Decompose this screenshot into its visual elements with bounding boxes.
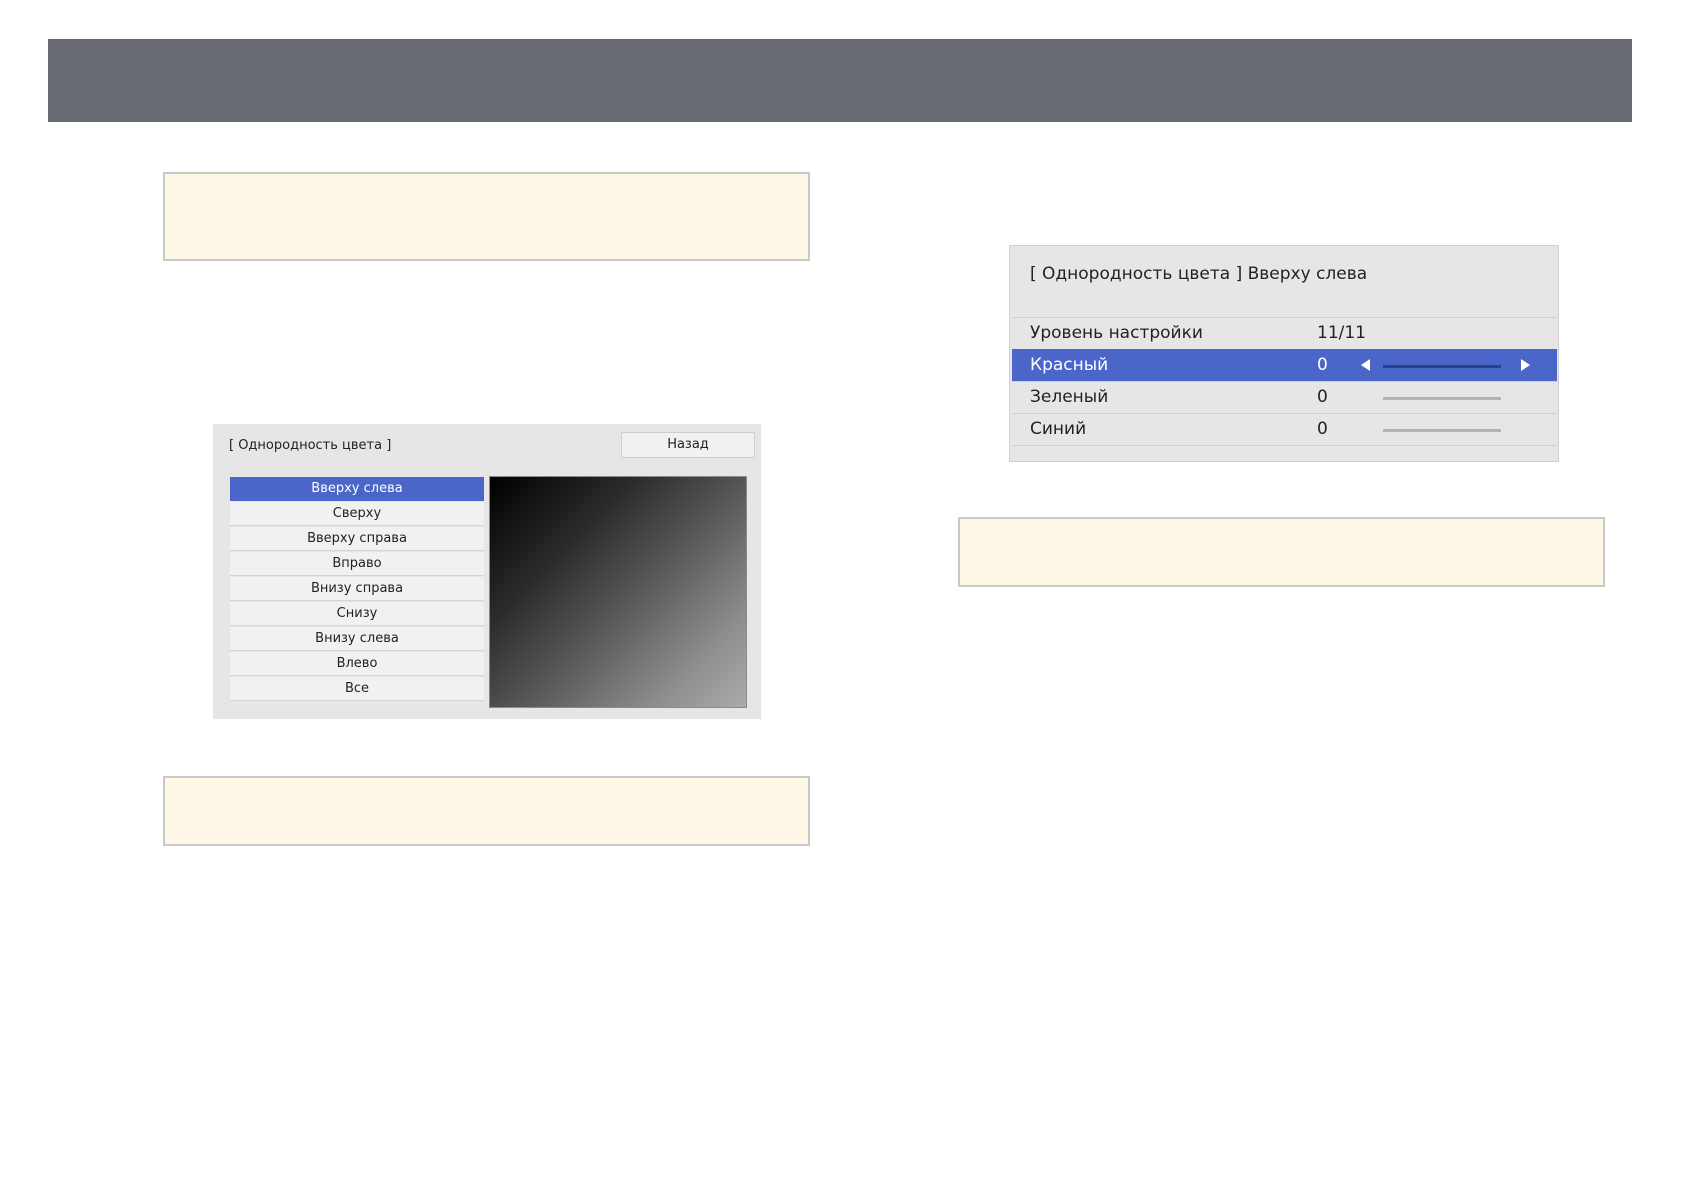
position-all[interactable]: Все xyxy=(230,677,484,701)
color-adjust-menu: [ Однородность цвета ] Вверху слева Уров… xyxy=(1009,245,1559,462)
row-label: Синий xyxy=(1030,419,1087,439)
position-left[interactable]: Влево xyxy=(230,652,484,676)
back-button[interactable]: Назад xyxy=(621,432,755,458)
row-label: Зеленый xyxy=(1030,387,1109,407)
blue-row[interactable]: Синий 0 xyxy=(1012,413,1557,445)
row-value: 0 xyxy=(1317,419,1328,439)
note-box xyxy=(163,172,810,261)
green-slider[interactable] xyxy=(1383,397,1501,400)
increase-arrow-icon[interactable] xyxy=(1521,359,1530,371)
red-row[interactable]: Красный 0 xyxy=(1012,349,1557,381)
position-bottom-left[interactable]: Внизу слева xyxy=(230,627,484,651)
position-top-right[interactable]: Вверху справа xyxy=(230,527,484,551)
green-row[interactable]: Зеленый 0 xyxy=(1012,381,1557,413)
menu-title: [ Однородность цвета ] xyxy=(229,438,392,453)
header-bar xyxy=(48,39,1632,122)
row-value: 0 xyxy=(1317,387,1328,407)
red-slider[interactable] xyxy=(1383,365,1501,368)
row-label: Уровень настройки xyxy=(1030,323,1203,343)
row-label: Красный xyxy=(1030,355,1109,375)
position-top-left[interactable]: Вверху слева xyxy=(230,477,484,501)
gradient-preview xyxy=(489,476,747,708)
position-list: Вверху слева Сверху Вверху справа Вправо… xyxy=(230,477,484,702)
note-box xyxy=(163,776,810,846)
color-uniformity-menu: [ Однородность цвета ] Назад Вверху слев… xyxy=(213,424,761,719)
decrease-arrow-icon[interactable] xyxy=(1361,359,1370,371)
menu-title: [ Однородность цвета ] Вверху слева xyxy=(1030,264,1368,284)
menu-footer xyxy=(1012,445,1557,462)
note-box xyxy=(958,517,1605,587)
adjust-level-row[interactable]: Уровень настройки 11/11 xyxy=(1012,317,1557,349)
position-right[interactable]: Вправо xyxy=(230,552,484,576)
position-top[interactable]: Сверху xyxy=(230,502,484,526)
blue-slider[interactable] xyxy=(1383,429,1501,432)
position-bottom[interactable]: Снизу xyxy=(230,602,484,626)
row-value: 0 xyxy=(1317,355,1328,375)
position-bottom-right[interactable]: Внизу справа xyxy=(230,577,484,601)
adjust-rows: Уровень настройки 11/11 Красный 0 Зелены… xyxy=(1012,317,1557,462)
row-value: 11/11 xyxy=(1317,323,1366,343)
